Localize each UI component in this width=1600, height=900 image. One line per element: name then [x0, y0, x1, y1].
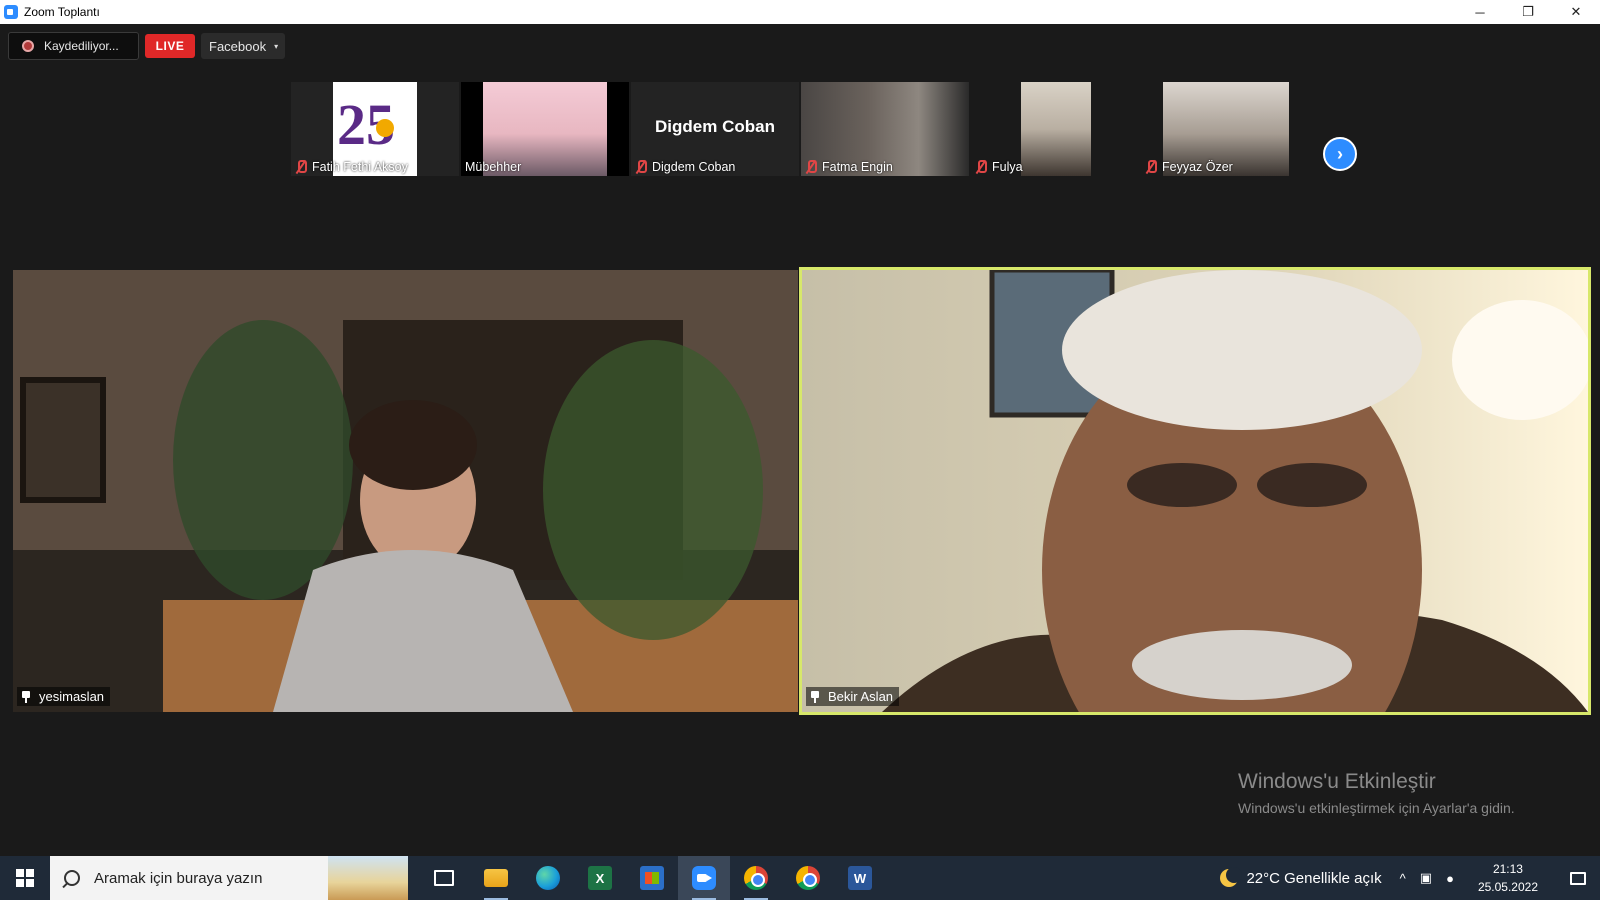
participant-thumbnail[interactable]: Digdem Coban Digdem Coban [631, 82, 799, 176]
participant-name: Digdem Coban [652, 160, 736, 174]
main-video-tile-active-speaker[interactable]: Bekir Aslan [799, 267, 1591, 715]
participant-name: Feyyaz Özer [1162, 160, 1233, 174]
file-explorer-button[interactable] [470, 856, 522, 900]
participant-video-feed [802, 270, 1588, 712]
edge-button[interactable] [522, 856, 574, 900]
search-icon [64, 870, 80, 886]
word-button[interactable]: W [834, 856, 886, 900]
tray-chevron-up-icon[interactable]: ^ [1400, 871, 1406, 886]
restore-button[interactable]: ❐ [1504, 0, 1552, 24]
meeting-area: Kaydediliyor... LIVE Facebook ▾ 25 Fatih… [0, 24, 1600, 850]
activation-watermark-title: Windows'u Etkinleştir [1238, 770, 1436, 793]
participant-name-row: Feyyaz Özer [1145, 160, 1233, 174]
window-title-bar: Zoom Toplantı ─ ❐ ✕ [0, 0, 1600, 24]
live-badge[interactable]: LIVE [145, 34, 195, 58]
main-video-tile[interactable]: yesimaslan [13, 270, 798, 712]
pin-icon [810, 690, 820, 703]
participant-video-feed [13, 270, 798, 712]
mic-muted-icon [635, 160, 647, 174]
stream-target-label: Facebook [209, 38, 267, 54]
recording-dot-icon [22, 40, 34, 52]
video-name-label: Bekir Aslan [806, 687, 900, 706]
weather-widget[interactable]: 22°C Genellikle açık [1246, 870, 1381, 887]
mic-muted-icon [975, 160, 987, 174]
chevron-down-icon: ▾ [274, 41, 279, 51]
zoom-icon [692, 866, 716, 890]
participant-name: Fulya [992, 160, 1023, 174]
start-button[interactable] [0, 856, 50, 900]
window-title: Zoom Toplantı [24, 5, 100, 19]
notification-icon [1570, 871, 1586, 885]
participant-name-row: Digdem Coban [635, 160, 735, 174]
participant-name: Mübehher [465, 160, 522, 174]
excel-icon: X [588, 866, 612, 890]
task-view-button[interactable] [418, 856, 470, 900]
recording-label: Kaydediliyor... [44, 39, 119, 53]
participant-name-row: Fulya [975, 160, 1023, 174]
chrome-profile-button[interactable] [730, 856, 782, 900]
minimize-button[interactable]: ─ [1456, 0, 1504, 24]
excel-button[interactable]: X [574, 856, 626, 900]
windows-taskbar: Aramak için buraya yazın X W 22°C Genell… [0, 856, 1600, 900]
store-icon [640, 866, 664, 890]
video-name-label: yesimaslan [17, 687, 111, 706]
next-page-button[interactable]: › [1323, 137, 1357, 171]
activation-watermark-subtitle: Windows'u etkinleştirmek için Ayarlar'a … [1238, 800, 1515, 816]
weather-moon-icon [1220, 867, 1243, 887]
meeting-status-bar: Kaydediliyor... LIVE Facebook ▾ [8, 32, 285, 60]
windows-logo-icon [16, 869, 34, 887]
system-tray: 22°C Genellikle açık ^ ▣ ● 21:13 25.05.2… [1220, 856, 1600, 900]
chrome-button[interactable] [782, 856, 834, 900]
participant-thumbnail[interactable]: 25 Fatih Fethi Aksoy [291, 82, 459, 176]
participant-name-row: Fatih Fethi Aksoy [295, 160, 408, 174]
clock-date: 25.05.2022 [1477, 880, 1538, 894]
participant-thumbnail[interactable]: Mübehher [461, 82, 629, 176]
pin-icon [21, 690, 31, 703]
search-placeholder: Aramak için buraya yazın [94, 869, 263, 887]
participant-thumbnail[interactable]: Feyyaz Özer [1141, 82, 1309, 176]
chrome-icon [796, 866, 820, 890]
folder-icon [484, 869, 508, 887]
close-button[interactable]: ✕ [1552, 0, 1600, 24]
participant-video [1021, 82, 1091, 176]
participant-name: yesimaslan [39, 689, 105, 704]
window-controls: ─ ❐ ✕ [1456, 0, 1600, 24]
zoom-button[interactable] [678, 856, 730, 900]
mic-muted-icon [1145, 160, 1157, 174]
taskbar-clock[interactable]: 21:13 25.05.2022 [1478, 860, 1538, 896]
participant-name: Bekir Aslan [828, 689, 894, 704]
camera-in-use-icon[interactable]: ▣ [1420, 870, 1432, 886]
mic-muted-icon [805, 160, 817, 174]
store-button[interactable] [626, 856, 678, 900]
edge-icon [536, 866, 560, 890]
participant-thumbnail[interactable]: Fatma Engin [801, 82, 969, 176]
participant-name: Fatma Engin [822, 160, 893, 174]
search-highlight-image [328, 856, 408, 900]
participant-strip: 25 Fatih Fethi Aksoy Mübehher Digdem Cob… [291, 82, 1309, 176]
stream-target-dropdown[interactable]: Facebook ▾ [201, 33, 285, 59]
clock-time: 21:13 [1492, 862, 1523, 876]
chevron-right-icon: › [1337, 143, 1343, 164]
task-view-icon [434, 870, 454, 886]
recording-indicator[interactable]: Kaydediliyor... [8, 32, 139, 60]
participant-name: Fatih Fethi Aksoy [312, 160, 408, 174]
taskbar-apps: X W [418, 856, 886, 900]
participant-thumbnail[interactable]: Fulya [971, 82, 1139, 176]
participant-name-row: Mübehher [465, 160, 521, 174]
participant-display-name: Digdem Coban [655, 117, 775, 136]
taskbar-search-box[interactable]: Aramak için buraya yazın [50, 856, 408, 900]
microphone-in-use-icon[interactable]: ● [1446, 871, 1454, 886]
notification-center-button[interactable] [1556, 856, 1600, 900]
zoom-app-icon [4, 5, 18, 19]
mic-muted-icon [295, 160, 307, 174]
word-icon: W [848, 866, 872, 890]
participant-name-row: Fatma Engin [805, 160, 893, 174]
chrome-icon [744, 866, 768, 890]
